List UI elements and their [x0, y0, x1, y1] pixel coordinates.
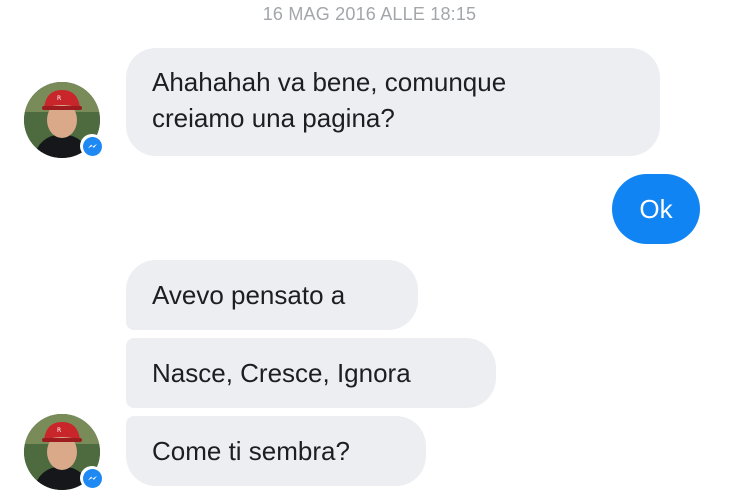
messenger-badge: [80, 466, 104, 490]
message-line: creiamo una pagina?: [152, 103, 395, 133]
contact-avatar[interactable]: R: [24, 414, 104, 490]
incoming-message[interactable]: Nasce, Cresce, Ignora: [126, 338, 496, 408]
messenger-icon: [82, 468, 102, 488]
message-line: Ahahahah va bene, comunque: [152, 67, 507, 97]
messenger-icon: [82, 136, 102, 156]
svg-text:R: R: [57, 427, 61, 434]
svg-text:R: R: [57, 95, 61, 102]
incoming-message[interactable]: Come ti sembra?: [126, 416, 426, 486]
incoming-message[interactable]: Ahahahah va bene, comunque creiamo una p…: [126, 48, 660, 156]
messenger-badge: [80, 134, 104, 158]
message-text: Avevo pensato a: [152, 280, 346, 310]
contact-avatar[interactable]: R: [24, 82, 104, 158]
outgoing-message[interactable]: Ok: [612, 174, 700, 244]
message-text: Come ti sembra?: [152, 436, 350, 466]
incoming-message[interactable]: Avevo pensato a: [126, 260, 418, 330]
message-text: Nasce, Cresce, Ignora: [152, 358, 411, 388]
timestamp: 16 MAG 2016 ALLE 18:15: [262, 4, 477, 24]
